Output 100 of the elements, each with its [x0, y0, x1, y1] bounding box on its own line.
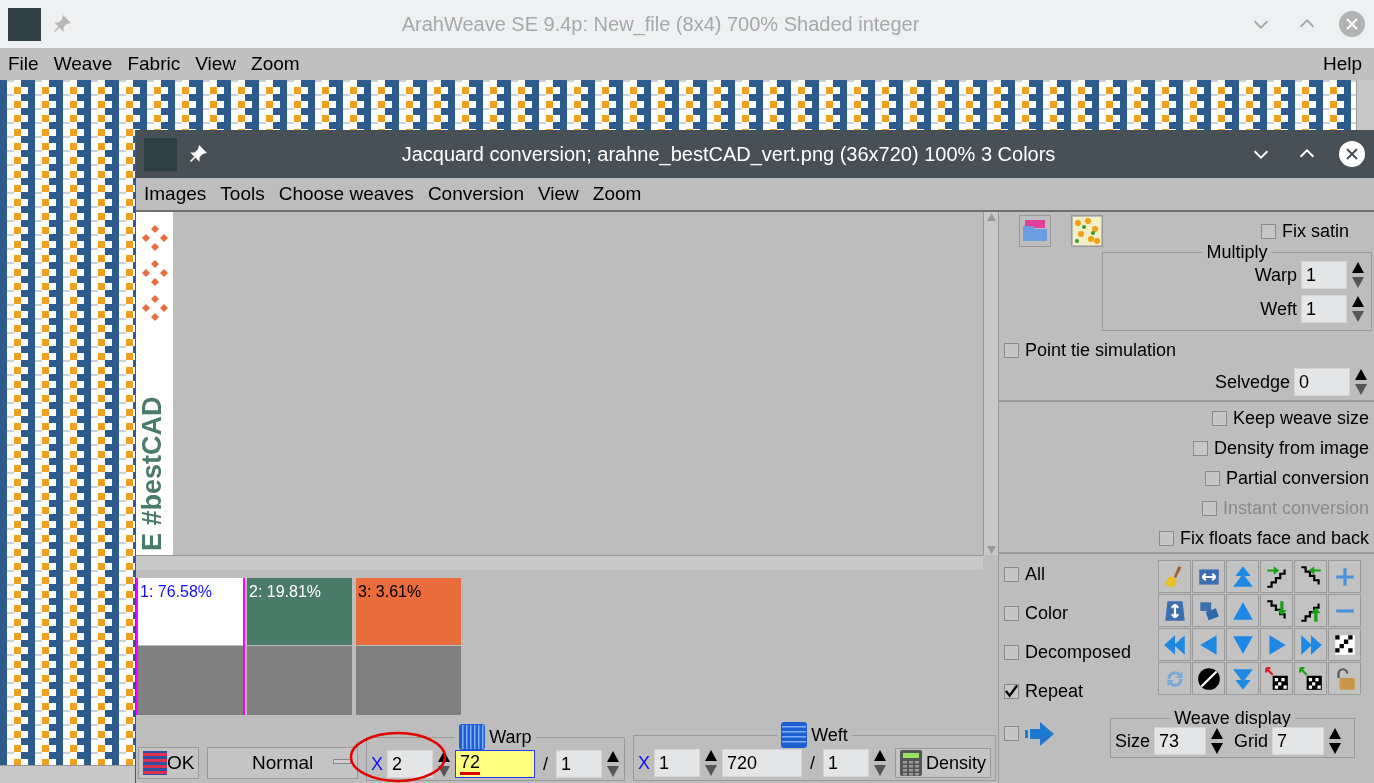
field-label: Size: [1115, 729, 1150, 753]
tool-button[interactable]: [1294, 594, 1327, 627]
checkbox[interactable]: [1004, 566, 1019, 582]
checkbox[interactable]: [1211, 410, 1227, 426]
mode-dropdown[interactable]: Normal: [207, 747, 358, 779]
tool-button[interactable]: [1294, 662, 1327, 695]
group-title: Weave display: [1174, 709, 1291, 727]
checkbox-label: Keep weave size: [1232, 407, 1369, 430]
color-percentage: 3: 3.61%: [358, 583, 422, 600]
number-field[interactable]: 1: [1301, 261, 1347, 289]
slash-label: /: [808, 751, 816, 775]
checkbox-label: Repeat: [1025, 680, 1084, 703]
tool-button[interactable]: [1260, 594, 1293, 627]
tool-button[interactable]: [1294, 560, 1327, 593]
spinner-arrows[interactable]: [1351, 261, 1365, 289]
checkbox[interactable]: [1004, 343, 1019, 358]
number-field[interactable]: 73: [1154, 727, 1206, 755]
checkbox[interactable]: [1204, 470, 1220, 486]
folder-button[interactable]: [1019, 215, 1051, 247]
checkbox-label: Fix floats face and back: [1179, 527, 1369, 550]
checkbox[interactable]: [1004, 644, 1019, 660]
number-field[interactable]: 1: [822, 749, 869, 777]
minus-icon: [1334, 608, 1355, 613]
tool-button[interactable]: [1192, 662, 1225, 695]
group-title: Weft: [811, 726, 848, 744]
flower-pattern-icon: [1073, 217, 1101, 245]
spinner-arrows[interactable]: [605, 750, 620, 778]
menu-item[interactable]: File: [8, 49, 39, 79]
group-title: Warp: [489, 728, 532, 746]
number-field[interactable]: 1: [653, 749, 700, 777]
checkbox[interactable]: [1158, 530, 1174, 546]
close-icon[interactable]: [1338, 140, 1366, 168]
number-field[interactable]: 1: [1301, 295, 1347, 323]
checkbox[interactable]: [1192, 440, 1208, 456]
menu-item[interactable]: View: [538, 179, 579, 209]
pattern-button[interactable]: [1071, 215, 1103, 247]
folder-icon: [1022, 220, 1048, 242]
checkbox[interactable]: [1260, 223, 1276, 239]
plus-icon: [1334, 566, 1355, 587]
ok-button[interactable]: OK: [138, 747, 200, 779]
checkbox-label: Fix satin: [1281, 219, 1349, 243]
x-label: X: [370, 752, 383, 776]
checkbox-label: All: [1025, 563, 1045, 586]
checkbox-label: Color: [1025, 602, 1068, 625]
spinner-arrows[interactable]: [703, 749, 718, 777]
field-label: Weft: [1260, 297, 1297, 321]
checkbox[interactable]: [1004, 726, 1019, 741]
menu-item[interactable]: Tools: [220, 179, 265, 209]
slashed-circle-icon: [1195, 665, 1222, 692]
horizontal-scrollbar[interactable]: [136, 555, 983, 571]
spinner-arrows[interactable]: [872, 749, 887, 777]
field-label: Warp: [1254, 263, 1297, 287]
calculator-icon: [899, 750, 922, 776]
menu-item[interactable]: Conversion: [427, 179, 524, 209]
menu-item[interactable]: Images: [144, 179, 207, 209]
horizontal-stripes-icon: [781, 722, 808, 748]
menu-item[interactable]: Fabric: [127, 49, 181, 79]
app-icon: [144, 137, 177, 171]
menu-item[interactable]: Choose weaves: [278, 179, 414, 209]
checkbox-label: Density from image: [1213, 437, 1369, 460]
menu-item[interactable]: Help: [1322, 49, 1362, 79]
spinner-arrows[interactable]: [1210, 727, 1224, 755]
woven-fabric-icon: [143, 751, 167, 775]
field-label: Selvedge: [1214, 370, 1290, 394]
grid-arrow-icon: [1297, 665, 1324, 692]
spinner-arrows[interactable]: [1328, 727, 1343, 755]
number-field[interactable]: 0: [1294, 368, 1350, 396]
color-percentage: 2: 19.81%: [249, 583, 322, 600]
dialog-title: Jacquard conversion; arahne_bestCAD_vert.png (36x720) 100% 3 Colors: [401, 142, 1056, 168]
right-arrow-icon: [1025, 720, 1055, 747]
x-label: X: [637, 751, 650, 775]
checkbox[interactable]: [1004, 605, 1019, 621]
checkbox[interactable]: [1004, 683, 1019, 699]
scroll-up-icon[interactable]: [985, 212, 997, 222]
tool-button[interactable]: [1328, 628, 1361, 661]
slash-label: /: [541, 752, 549, 776]
number-field[interactable]: 2: [386, 750, 433, 778]
menu-item[interactable]: Weave: [53, 49, 113, 79]
checkbox-label: Partial conversion: [1225, 467, 1369, 490]
spinner-arrows[interactable]: [1351, 295, 1365, 323]
number-field[interactable]: 1: [555, 750, 602, 778]
image-text: E #bestCAD: [139, 396, 166, 552]
value-field[interactable]: 72: [454, 750, 535, 778]
checkbox-label: Point tie simulation: [1025, 339, 1177, 362]
value-field[interactable]: 720: [721, 749, 802, 777]
vertical-scrollbar[interactable]: [983, 212, 998, 556]
color-percentage: 1: 76.58%: [140, 583, 213, 600]
menu-item[interactable]: View: [195, 49, 237, 79]
app-icon: [8, 7, 41, 41]
group-title: Multiply: [1206, 243, 1268, 261]
window-title: ArahWeave SE 9.4p: New_file (8x4) 700% Shaded integer: [401, 12, 920, 38]
menu-item[interactable]: Zoom: [592, 179, 642, 209]
scroll-down-icon[interactable]: [985, 545, 997, 556]
menu-item[interactable]: Zoom: [251, 49, 300, 79]
checkbox-label: Decomposed: [1025, 641, 1132, 664]
tool-button[interactable]: [1260, 662, 1293, 695]
number-field[interactable]: 7: [1272, 727, 1325, 755]
spinner-arrows[interactable]: [1354, 368, 1368, 396]
tool-button[interactable]: [1260, 560, 1293, 593]
density-button[interactable]: Density: [894, 748, 991, 778]
